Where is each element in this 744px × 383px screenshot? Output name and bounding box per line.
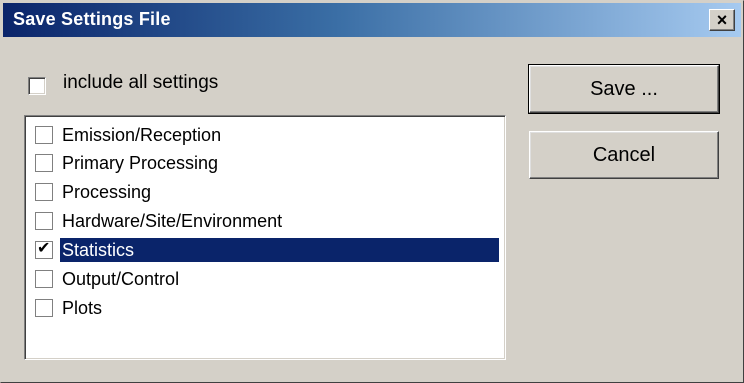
list-item[interactable]: Primary Processing bbox=[29, 148, 499, 176]
include-all-checkbox[interactable] bbox=[28, 77, 46, 95]
list-item-label: Hardware/Site/Environment bbox=[62, 211, 283, 231]
list-item[interactable]: Output/Control bbox=[29, 264, 499, 292]
list-item-checkbox[interactable] bbox=[35, 270, 53, 288]
list-item[interactable]: Emission/Reception bbox=[29, 120, 499, 148]
list-item-label: Output/Control bbox=[62, 269, 180, 289]
list-item-label: Emission/Reception bbox=[62, 125, 222, 145]
list-item-checkbox[interactable]: ✔ bbox=[35, 240, 53, 259]
list-item-checkbox[interactable] bbox=[35, 126, 53, 144]
list-item[interactable]: Processing bbox=[29, 177, 499, 205]
title-bar[interactable]: Save Settings File × bbox=[3, 3, 741, 37]
list-item[interactable]: Hardware/Site/Environment bbox=[29, 206, 499, 234]
close-icon: × bbox=[716, 10, 728, 30]
list-item-label: Processing bbox=[62, 182, 152, 202]
list-item-label: Statistics bbox=[60, 238, 499, 262]
settings-category-list[interactable]: Emission/Reception Primary Processing Pr… bbox=[24, 115, 506, 360]
save-button[interactable]: Save ... bbox=[528, 64, 720, 114]
list-item-label: Primary Processing bbox=[62, 153, 219, 173]
list-item-checkbox[interactable] bbox=[35, 183, 53, 201]
cancel-button[interactable]: Cancel bbox=[529, 131, 719, 179]
dialog-title: Save Settings File bbox=[13, 9, 171, 29]
list-item[interactable]: Plots bbox=[29, 293, 499, 321]
include-all-label[interactable]: include all settings bbox=[63, 72, 218, 94]
list-item-label: Plots bbox=[62, 298, 103, 318]
save-settings-dialog: Save Settings File × include all setting… bbox=[0, 0, 744, 383]
list-item-selected[interactable]: ✔ Statistics bbox=[29, 235, 499, 263]
list-item-checkbox[interactable] bbox=[35, 212, 53, 230]
close-button[interactable]: × bbox=[709, 9, 735, 31]
list-item-checkbox[interactable] bbox=[35, 154, 53, 172]
list-item-checkbox[interactable] bbox=[35, 299, 53, 317]
checkmark-icon: ✔ bbox=[37, 240, 51, 257]
